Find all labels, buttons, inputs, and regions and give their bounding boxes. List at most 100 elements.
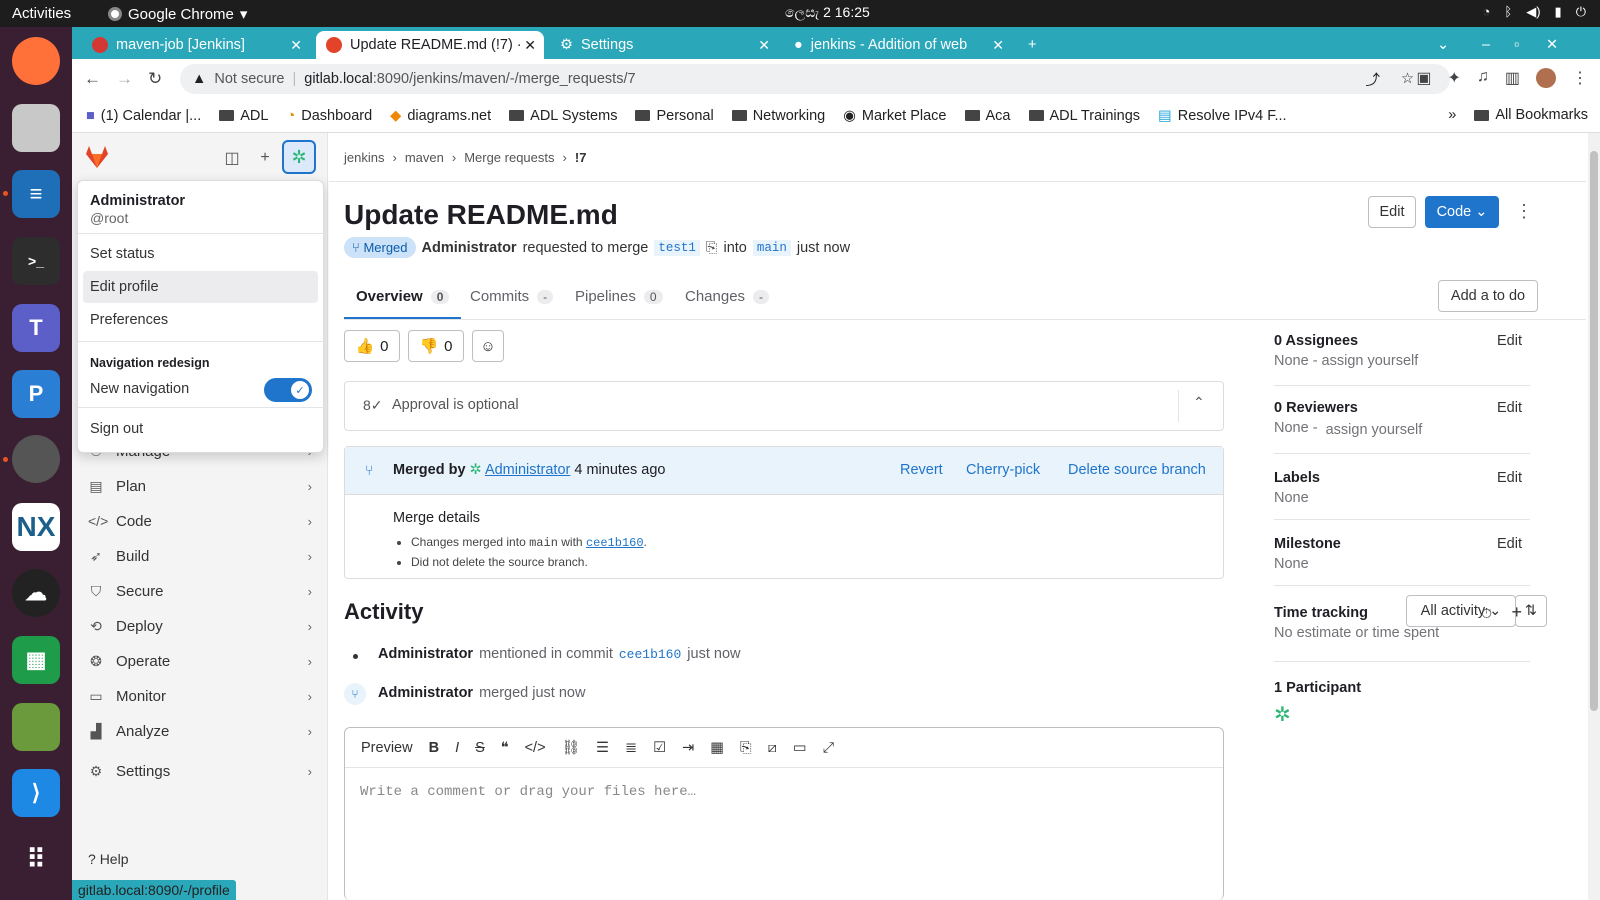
sidebar-item-build[interactable]: ➶ Build › — [72, 540, 328, 572]
source-branch[interactable]: test1 — [654, 239, 700, 256]
user-avatar-button[interactable]: ✲ — [282, 140, 316, 174]
forward-icon[interactable]: → — [116, 69, 133, 89]
sign-out-item[interactable]: Sign out — [83, 413, 318, 445]
code-button[interactable]: Code ⌄ — [1425, 196, 1499, 228]
star-icon[interactable]: ☆ — [1401, 71, 1414, 87]
pgadmin-icon[interactable]: P — [12, 370, 60, 418]
writer-icon[interactable]: ≡ — [12, 170, 60, 218]
clock[interactable]: ලෙසැ 2 16:25 — [785, 4, 870, 21]
share-icon[interactable]: ⤴ — [1366, 69, 1381, 90]
merged-by-user[interactable]: Administrator — [485, 462, 570, 478]
close-icon[interactable]: ✕ — [290, 37, 302, 54]
vscode-icon[interactable]: ⟩ — [12, 769, 60, 817]
plus-icon[interactable]: + — [1511, 602, 1522, 623]
all-bookmarks[interactable]: All Bookmarks — [1474, 107, 1588, 123]
bookmark-adl[interactable]: ADL — [219, 108, 268, 124]
commit-link[interactable]: cee1b160 — [586, 536, 644, 550]
tab-commits[interactable]: Commits - — [470, 288, 554, 305]
window-close-icon[interactable]: ✕ — [1536, 31, 1566, 59]
copy-icon[interactable]: ⎘ — [706, 240, 718, 256]
bookmark-calendar[interactable]: ■ (1) Calendar |... — [86, 108, 201, 124]
puzzle-icon[interactable]: ✦ — [1447, 68, 1460, 88]
tab-changes[interactable]: Changes - — [685, 288, 770, 305]
chevron-up-icon[interactable]: ⌃ — [1193, 394, 1205, 411]
bookmark-diagrams[interactable]: ◆ diagrams.net — [390, 108, 491, 124]
close-icon[interactable]: ✕ — [992, 37, 1004, 54]
teams-icon[interactable]: T — [12, 304, 60, 352]
sidebar-item-code[interactable]: </> Code › — [72, 505, 328, 537]
chevron-right-icon[interactable]: » — [1448, 107, 1456, 123]
plus-icon[interactable]: + — [251, 144, 279, 172]
edit-button[interactable]: Edit — [1368, 196, 1416, 228]
sidebar-item-settings[interactable]: ⚙ Settings › — [72, 755, 328, 787]
tab-search-icon[interactable]: ⌄ — [1427, 31, 1457, 59]
commit-link[interactable]: cee1b160 — [619, 647, 681, 662]
back-icon[interactable]: ← — [84, 69, 101, 89]
stopwatch-icon[interactable]: ⏱ — [1481, 605, 1492, 622]
add-reaction-button[interactable]: ☺ — [472, 330, 504, 362]
indent-icon[interactable]: ⇥ — [682, 740, 694, 756]
user-name[interactable]: Administrator — [90, 193, 185, 209]
scrollbar[interactable] — [1588, 133, 1600, 900]
author-link[interactable]: Administrator — [422, 240, 517, 256]
table-icon[interactable]: ▦ — [710, 740, 724, 756]
minimize-icon[interactable]: – — [1472, 31, 1502, 59]
participant-avatar[interactable]: ✲ — [1274, 702, 1530, 727]
bookmark-aca[interactable]: Aca — [964, 108, 1011, 124]
nx-icon[interactable]: NX — [12, 503, 60, 551]
attach-icon[interactable]: ⎘ — [740, 740, 752, 756]
bookmark-market-place[interactable]: ◉ Market Place — [843, 108, 946, 124]
target-branch[interactable]: main — [752, 239, 791, 256]
assign-yourself-link[interactable]: None - assign yourself — [1274, 353, 1530, 369]
activities-button[interactable]: Activities — [12, 5, 71, 22]
thumbs-up-button[interactable]: 👍 0 — [344, 330, 400, 362]
sidebar-item-analyze[interactable]: ▟ Analyze › — [72, 715, 328, 747]
sidebar-item-monitor[interactable]: ▭ Monitor › — [72, 680, 328, 712]
sidebar-item-plan[interactable]: ▤ Plan › — [72, 470, 328, 502]
more-actions-icon[interactable]: ⋮ — [1515, 201, 1533, 222]
app-grid-icon[interactable]: ⠿ — [12, 835, 60, 883]
preferences-item[interactable]: Preferences — [83, 304, 318, 336]
bookmark-adl-systems[interactable]: ADL Systems — [509, 108, 617, 124]
edit-milestone-button[interactable]: Edit — [1497, 536, 1522, 552]
note-author[interactable]: Administrator — [378, 646, 473, 662]
calc-icon[interactable]: ▦ — [12, 636, 60, 684]
gimp-icon[interactable] — [12, 703, 60, 751]
gitlab-logo-icon[interactable] — [84, 145, 110, 169]
tab-jenkins[interactable]: maven-job [Jenkins] ✕ — [82, 31, 310, 59]
preview-button[interactable]: Preview — [361, 740, 413, 756]
bullet-list-icon[interactable]: ☰ — [596, 740, 609, 756]
security-label[interactable]: Not secure — [214, 71, 284, 87]
assign-reviewer-link[interactable]: assign yourself — [1326, 422, 1423, 438]
new-tab-button[interactable]: + — [1018, 31, 1048, 59]
sidebar-toggle-icon[interactable]: ◫ — [218, 144, 246, 172]
system-tray[interactable]: ◔ ᛒ ◀) ▮ ⏻ — [1483, 4, 1586, 20]
note-author[interactable]: Administrator — [378, 685, 473, 701]
delete-source-branch-button[interactable]: Delete source branch — [1068, 462, 1206, 478]
help-link[interactable]: ? Help — [88, 851, 128, 867]
comment-input[interactable]: Write a comment or drag your files here… — [360, 784, 696, 800]
bookmark-dashboard[interactable]: ◔ Dashboard — [286, 108, 372, 124]
app-menu[interactable]: Google Chrome ▾ — [108, 5, 247, 23]
fullscreen-icon[interactable]: ⤢ — [823, 740, 835, 756]
bold-icon[interactable]: B — [429, 740, 439, 756]
address-bar[interactable]: ▲ Not secure | gitlab.local:8090/jenkins… — [180, 64, 1450, 94]
bookmark-adl-trainings[interactable]: ADL Trainings — [1028, 108, 1140, 124]
sidebar-item-operate[interactable]: ❂ Operate › — [72, 645, 328, 677]
close-icon[interactable]: ✕ — [758, 37, 770, 54]
tab-jenkins-addition[interactable]: ● jenkins - Addition of web ✕ — [784, 31, 1012, 59]
revert-button[interactable]: Revert — [900, 462, 943, 478]
comment-icon[interactable]: ▭ — [793, 740, 807, 756]
link-icon[interactable]: ⛓ — [562, 739, 580, 756]
tab-merge-request[interactable]: Update README.md (!7) · ✕ — [316, 31, 544, 59]
maximize-icon[interactable]: ▫ — [1504, 31, 1534, 59]
cloud-icon[interactable]: ☁ — [12, 569, 60, 617]
new-navigation-toggle[interactable]: ✓ — [264, 378, 312, 402]
tab-pipelines[interactable]: Pipelines 0 — [575, 288, 663, 305]
edit-assignees-button[interactable]: Edit — [1497, 333, 1522, 349]
firefox-icon[interactable] — [12, 37, 60, 85]
chrome-dock-icon[interactable] — [12, 435, 60, 483]
extension-icon[interactable]: ▣ — [1416, 68, 1431, 88]
profile-avatar[interactable] — [1536, 68, 1556, 88]
add-todo-button[interactable]: Add a to do — [1438, 280, 1538, 312]
